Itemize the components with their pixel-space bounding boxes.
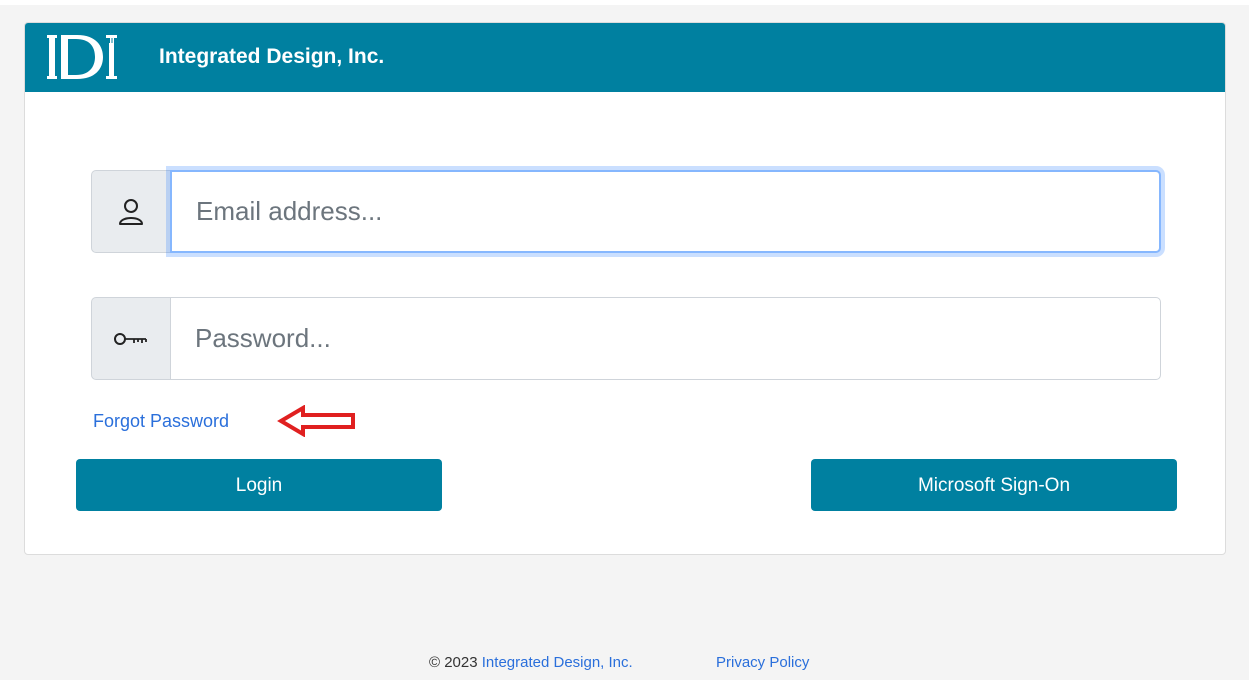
forgot-password-link[interactable]: Forgot Password [93,411,229,432]
idi-logo [47,35,117,79]
microsoft-sign-on-button[interactable]: Microsoft Sign-On [811,459,1177,511]
footer-copyright: © 2023 Integrated Design, Inc. [429,654,633,671]
user-icon [91,170,170,253]
email-field[interactable] [170,170,1161,253]
password-input-group [91,297,1161,380]
card-header: Integrated Design, Inc. [25,23,1225,92]
company-link[interactable]: Integrated Design, Inc. [482,654,633,671]
password-field[interactable] [170,297,1161,380]
privacy-policy-link[interactable]: Privacy Policy [716,654,809,671]
company-logo [47,29,129,85]
login-button[interactable]: Login [76,459,442,511]
key-icon [91,297,170,380]
copyright-text: © 2023 [429,654,482,671]
red-arrow-icon [277,404,357,442]
email-input-group [91,170,1161,253]
login-card: Integrated Design, Inc. Forgot Password … [24,22,1226,555]
top-strip [0,0,1249,5]
company-title: Integrated Design, Inc. [159,45,385,68]
